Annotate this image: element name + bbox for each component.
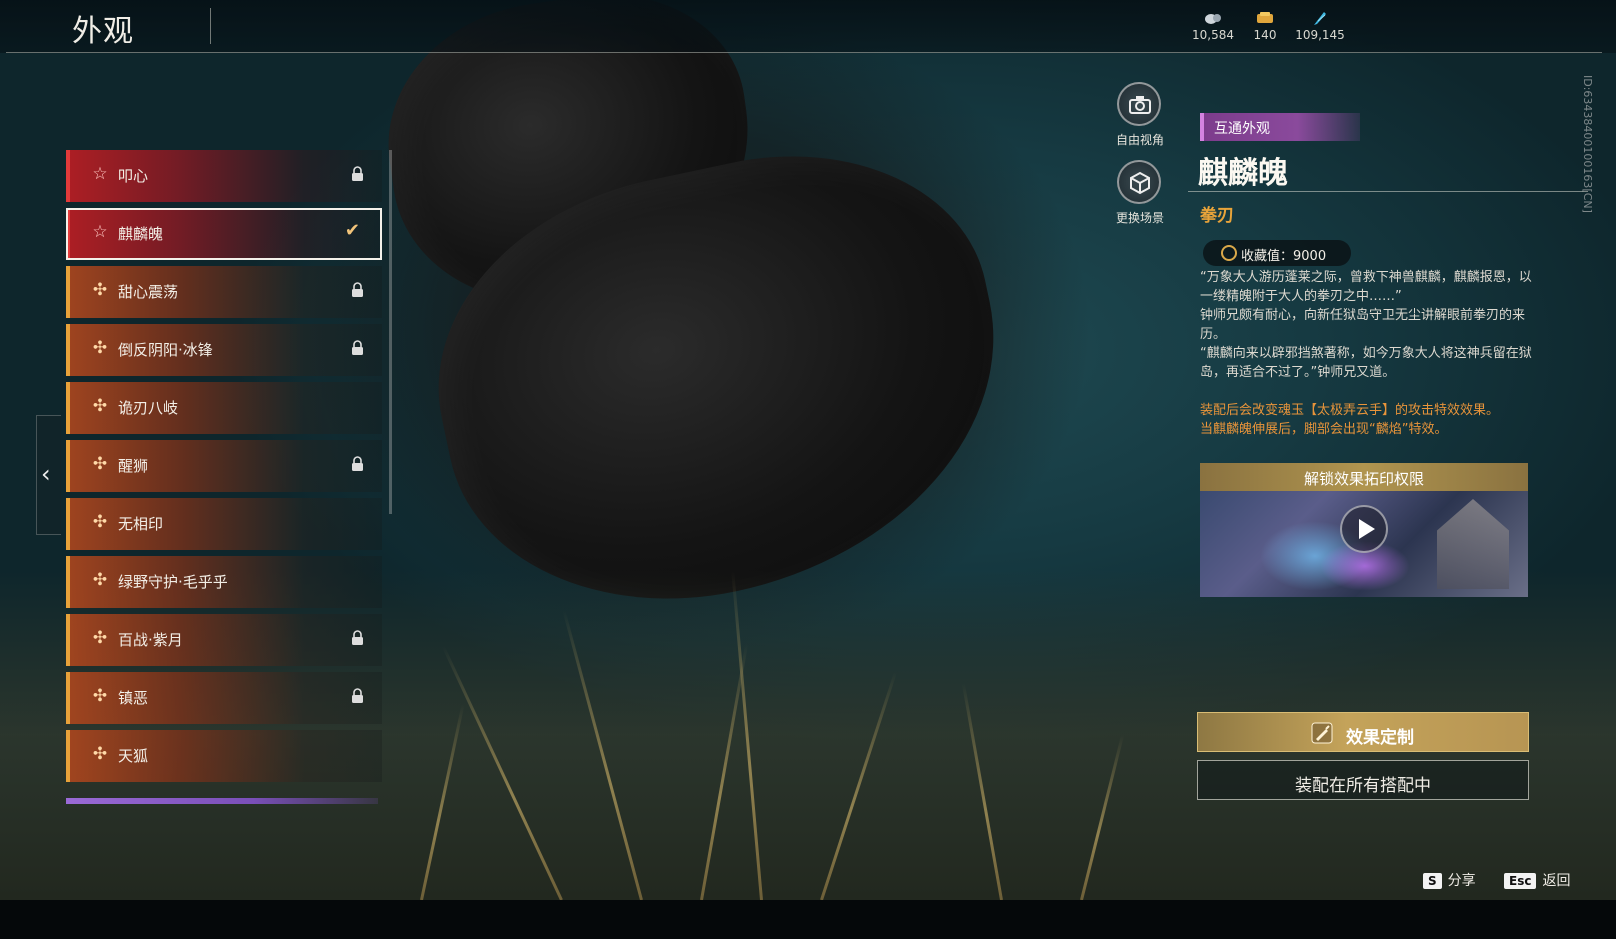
- list-item[interactable]: ✣ 甜心震荡: [66, 266, 382, 318]
- back-hotkey[interactable]: Esc 返回: [1504, 870, 1570, 890]
- player-id-text: ID:63438400100163[CN]: [1581, 75, 1594, 213]
- name-underline: [1188, 191, 1588, 192]
- collect-value-text: 收藏值：9000: [1241, 249, 1327, 264]
- star-icon: ☆: [92, 222, 108, 242]
- description-line: “万象大人游历蓬莱之际，曾救下神兽麒麟，麒麟报恩，以一缕精魄附于大人的拳刃之中……: [1200, 270, 1532, 304]
- item-type: 拳刃: [1200, 206, 1234, 226]
- shared-appearance-tag: 互通外观: [1200, 113, 1360, 141]
- item-effect-text: 装配后会改变魂玉【太极弄云手】的攻击特效效果。 当麒麟魄伸展后，脚部会出现“麟焰…: [1200, 401, 1532, 439]
- petal-icon: ✣: [92, 454, 108, 474]
- list-item-label: 绿野守护·毛乎乎: [118, 573, 228, 591]
- lock-icon: [352, 688, 363, 703]
- list-item[interactable]: ✣ 镇恶: [66, 672, 382, 724]
- lock-icon: [352, 630, 363, 645]
- feather-icon: [1314, 12, 1326, 25]
- checkmark-icon: ✔: [344, 220, 360, 241]
- list-item-label: 醒狮: [118, 457, 149, 475]
- list-next-item-peek: [66, 798, 378, 804]
- list-item-label: 甜心震荡: [118, 283, 179, 301]
- petal-icon: ✣: [92, 280, 108, 300]
- change-scene-label: 更换场景: [1115, 211, 1164, 225]
- petal-icon: ✣: [92, 744, 108, 764]
- currency-pouch-value: 10,584: [1192, 28, 1234, 42]
- collect-value-badge: 收藏值：9000: [1203, 240, 1351, 266]
- unlock-effect-banner: 解锁效果拓印权限: [1200, 463, 1528, 491]
- back-key-cap: Esc: [1504, 873, 1537, 889]
- change-scene-button[interactable]: [1117, 160, 1161, 204]
- camera-icon: [1129, 96, 1151, 114]
- equip-all-label: 装配在所有搭配中: [1295, 776, 1431, 796]
- list-item-label: 倒反阴阳·冰锋: [118, 341, 213, 359]
- item-name: 麒麟魄: [1198, 156, 1288, 191]
- list-item[interactable]: ☆ 叩心: [66, 150, 382, 202]
- chevron-left-icon: ‹: [41, 460, 51, 488]
- petal-icon: ✣: [92, 686, 108, 706]
- lock-icon: [352, 340, 363, 355]
- list-item[interactable]: ✣ 诡刃八岐: [66, 382, 382, 434]
- description-line: 钟师兄颇有耐心，向新任狱岛守卫无尘讲解眼前拳刃的来历。: [1200, 308, 1526, 342]
- page-title: 外观: [72, 14, 134, 49]
- free-view-button[interactable]: [1117, 82, 1161, 126]
- list-item[interactable]: ✣ 绿野守护·毛乎乎: [66, 556, 382, 608]
- currency-pouch[interactable]: 10,584: [1183, 10, 1243, 42]
- effect-preview-video[interactable]: [1200, 491, 1528, 597]
- collapse-list-button[interactable]: ‹: [36, 415, 61, 535]
- list-item[interactable]: ✣ 无相印: [66, 498, 382, 550]
- equip-all-button[interactable]: 装配在所有搭配中: [1197, 760, 1529, 800]
- tag-label: 互通外观: [1214, 121, 1270, 137]
- bottom-letterbox: [0, 900, 1616, 939]
- list-item[interactable]: ✣ 倒反阴阳·冰锋: [66, 324, 382, 376]
- lock-icon: [352, 166, 363, 181]
- petal-icon: ✣: [92, 338, 108, 358]
- currency-feather-value: 109,145: [1295, 28, 1345, 42]
- currency-ticket[interactable]: 140: [1235, 10, 1295, 42]
- preview-building-shape: [1437, 499, 1509, 589]
- list-item-label: 麒麟魄: [118, 225, 164, 243]
- effect-line: 当麒麟魄伸展后，脚部会出现“麟焰”特效。: [1200, 422, 1448, 437]
- cube-icon: [1130, 171, 1150, 195]
- description-line: “麒麟向来以辟邪挡煞著称，如今万象大人将这神兵留在狱岛，再适合不过了。”钟师兄又…: [1200, 346, 1532, 380]
- collection-icon: [1221, 245, 1237, 261]
- ticket-icon: [1257, 12, 1273, 23]
- effect-line: 装配后会改变魂玉【太极弄云手】的攻击特效效果。: [1200, 403, 1500, 418]
- list-item-label: 无相印: [118, 515, 164, 533]
- play-icon[interactable]: [1340, 505, 1388, 553]
- item-description: “万象大人游历蓬莱之际，曾救下神兽麒麟，麒麟报恩，以一缕精魄附于大人的拳刃之中……: [1200, 268, 1532, 382]
- list-scrollbar[interactable]: [389, 150, 392, 514]
- share-hotkey-label: 分享: [1447, 873, 1476, 889]
- petal-icon: ✣: [92, 396, 108, 416]
- effect-customize-button[interactable]: 效果定制: [1197, 712, 1529, 752]
- share-key-cap: S: [1423, 873, 1442, 889]
- unlock-effect-label: 解锁效果拓印权限: [1303, 470, 1424, 488]
- lock-icon: [352, 282, 363, 297]
- list-item-label: 百战·紫月: [118, 631, 183, 649]
- petal-icon: ✣: [92, 628, 108, 648]
- lock-icon: [352, 456, 363, 471]
- list-item-label: 诡刃八岐: [118, 399, 179, 417]
- list-item-label: 叩心: [118, 167, 149, 185]
- petal-icon: ✣: [92, 570, 108, 590]
- top-divider-line: [6, 52, 1602, 53]
- free-view-label: 自由视角: [1115, 133, 1164, 147]
- list-item-selected[interactable]: ☆ 麒麟魄 ✔: [66, 208, 382, 260]
- list-item[interactable]: ✣ 百战·紫月: [66, 614, 382, 666]
- petal-icon: ✣: [92, 512, 108, 532]
- top-bar: 外观 10,584 140 109,145: [0, 0, 1616, 53]
- back-hotkey-label: 返回: [1542, 873, 1571, 889]
- currency-feather[interactable]: 109,145: [1290, 10, 1350, 42]
- currency-ticket-value: 140: [1253, 28, 1277, 42]
- star-icon: ☆: [92, 164, 108, 184]
- list-item-label: 天狐: [118, 747, 149, 765]
- list-item[interactable]: ✣ 醒狮: [66, 440, 382, 492]
- appearance-list: ☆ 叩心 ☆ 麒麟魄 ✔ ✣ 甜心震荡 ✣ 倒反阴阳·冰锋 ✣ 诡刃八岐 ✣ 醒…: [66, 150, 384, 788]
- coin-pouch-icon: [1205, 14, 1221, 24]
- list-item[interactable]: ✣ 天狐: [66, 730, 382, 782]
- effect-customize-label: 效果定制: [1346, 728, 1414, 748]
- title-divider: [210, 8, 211, 44]
- share-hotkey[interactable]: S 分享: [1423, 870, 1476, 890]
- list-item-label: 镇恶: [118, 689, 149, 707]
- brush-icon: [1311, 722, 1333, 744]
